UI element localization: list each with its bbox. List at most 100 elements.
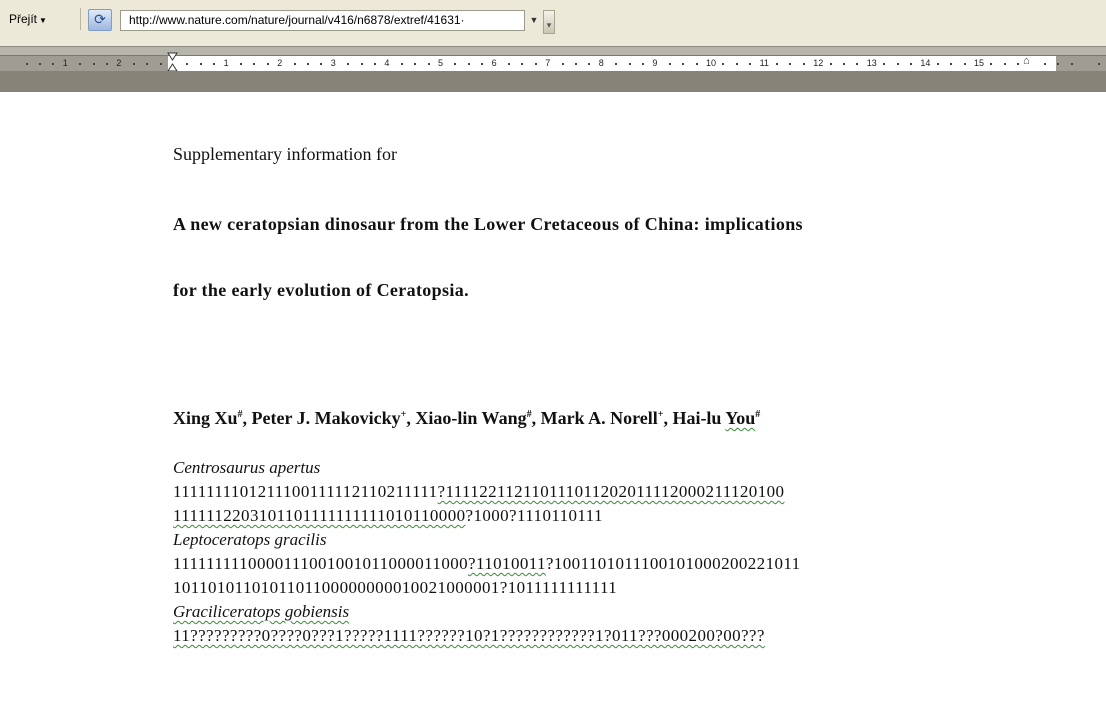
matrix-text: ?1000?1110110111 <box>465 506 603 525</box>
ruler-tick <box>561 63 564 65</box>
ruler-tick <box>910 63 912 65</box>
ruler-number: 3 <box>330 58 336 68</box>
author-name: Xing Xu <box>173 408 238 428</box>
character-matrix-line: 11?????????0????0???1?????1111??????10?1… <box>173 626 765 646</box>
ruler-tick <box>1003 63 1006 65</box>
ruler-tick <box>829 63 832 65</box>
matrix-text-flagged: ?11010011 <box>468 554 546 573</box>
ruler-number: 2 <box>277 58 283 68</box>
url-dropdown-icon[interactable]: ▼ <box>527 11 541 30</box>
ruler-tick <box>735 63 738 65</box>
address-toolbar: Přejít ▼ ⟳ http://www.nature.com/nature/j… <box>0 0 1106 46</box>
horizontal-ruler: 2 1 1 2 3 4 5 6 7 8 9 10 11 12 13 14 15 ⌂ <box>0 46 1106 93</box>
ruler-tick <box>467 63 470 65</box>
ruler-number: 13 <box>866 58 877 68</box>
matrix-text-flagged: 11?????????0????0???1?????1111??????10?1… <box>173 626 765 645</box>
toolbar-overflow-button[interactable]: ▾ <box>543 10 555 34</box>
ruler-tick <box>307 63 309 65</box>
ruler-tick <box>628 63 631 65</box>
ruler-tick <box>293 63 296 65</box>
ruler-number: 6 <box>491 58 497 68</box>
author-sep: , <box>242 408 252 428</box>
character-matrix-line: 1111112203101101111111111010110000?1000?… <box>173 506 603 526</box>
ruler-tick <box>521 63 524 65</box>
ruler-tick <box>240 63 242 65</box>
ruler-tick <box>1057 63 1060 65</box>
character-matrix-line: 1111111101211100111112110211111?11112211… <box>173 482 784 502</box>
ruler-number: 10 <box>706 58 717 68</box>
ruler-tick <box>1044 63 1046 65</box>
character-matrix-line: 1011010110101101100000000010021000001?10… <box>173 578 618 597</box>
goto-button[interactable]: Přejít ▼ <box>6 9 50 29</box>
ruler-tick <box>320 63 323 65</box>
url-input[interactable]: http://www.nature.com/nature/journal/v41… <box>120 10 525 31</box>
document-page[interactable]: Supplementary information for A new cera… <box>0 92 1106 711</box>
ruler-tick <box>722 63 725 65</box>
refresh-icon[interactable]: ⟳ <box>88 9 112 31</box>
ruler-tick <box>266 63 269 65</box>
ruler-tick <box>588 63 591 65</box>
ruler-tick <box>615 63 618 65</box>
ruler-tick <box>963 63 966 65</box>
ruler-number: 4 <box>384 58 390 68</box>
author-name: Hai-lu <box>672 408 726 428</box>
ruler-tick <box>843 63 845 65</box>
ruler-tick <box>414 63 417 65</box>
author-mark: # <box>755 409 761 420</box>
taxon-name: Graciliceratops gobiensis <box>173 602 350 621</box>
ruler-tick <box>896 63 899 65</box>
intro-line: Supplementary information for <box>173 144 397 164</box>
matrix-text-flagged: 1111112203101101111111111010110000 <box>173 506 466 525</box>
ruler-tick <box>534 63 537 65</box>
ruler-tick <box>199 63 202 65</box>
ruler-number: 7 <box>545 58 551 68</box>
ruler-number: 11 <box>759 58 769 68</box>
ruler-tick <box>25 63 28 65</box>
author-name: Xiao-lin Wang <box>415 408 527 428</box>
taxon-name: Leptoceratops gracilis <box>173 530 327 549</box>
ruler-tick <box>347 63 350 65</box>
ruler-number: 5 <box>438 58 444 68</box>
matrix-text: 1111111110000111001001011000011000 <box>173 554 469 573</box>
ruler-number: 9 <box>652 58 658 68</box>
matrix-text: 1111111101211100111112110211111 <box>173 482 438 501</box>
url-text: http://www.nature.com/nature/journal/v41… <box>129 13 465 27</box>
ruler-number: 1 <box>62 58 68 68</box>
ruler-tick <box>52 63 55 65</box>
ruler-tick <box>508 63 510 65</box>
ruler-tick <box>146 63 149 65</box>
ruler-tick <box>990 63 993 65</box>
ruler-tick <box>106 63 108 65</box>
ruler-tick <box>950 63 953 65</box>
matrix-text-flagged: ?111122112110111011202011112000211120100 <box>437 482 785 501</box>
author-name: Mark A. Norell <box>540 408 658 428</box>
ruler-number: 2 <box>116 58 122 68</box>
ruler-tick <box>427 63 430 65</box>
ruler-tick <box>92 63 95 65</box>
ruler-tick <box>213 63 216 65</box>
toolbar-separator <box>80 8 81 30</box>
title-line-2: for the early evolution of Ceratopsia. <box>173 280 469 300</box>
ruler-tick <box>1070 63 1073 65</box>
ruler-tick <box>668 63 671 65</box>
ruler-tick <box>132 63 135 65</box>
ruler-tick <box>575 63 577 65</box>
ruler-tick <box>682 63 685 65</box>
ruler-number: 12 <box>813 58 824 68</box>
ruler-tick <box>936 63 939 65</box>
ruler-tick <box>400 63 403 65</box>
ruler-tick <box>1017 63 1020 65</box>
ruler-tick <box>776 63 778 65</box>
ruler-number: 1 <box>223 58 229 68</box>
goto-label: Přejít <box>9 12 38 26</box>
author-name-flagged: You <box>725 408 756 428</box>
ruler-tick <box>481 63 484 65</box>
ruler-tick <box>360 63 363 65</box>
ruler-tick <box>186 63 189 65</box>
ruler-tick <box>642 63 644 65</box>
right-indent-icon[interactable]: ⌂ <box>1023 55 1030 67</box>
ruler-number: 8 <box>598 58 604 68</box>
ruler-tick <box>454 63 457 65</box>
ruler-tick <box>253 63 256 65</box>
ruler-tick <box>374 63 376 65</box>
